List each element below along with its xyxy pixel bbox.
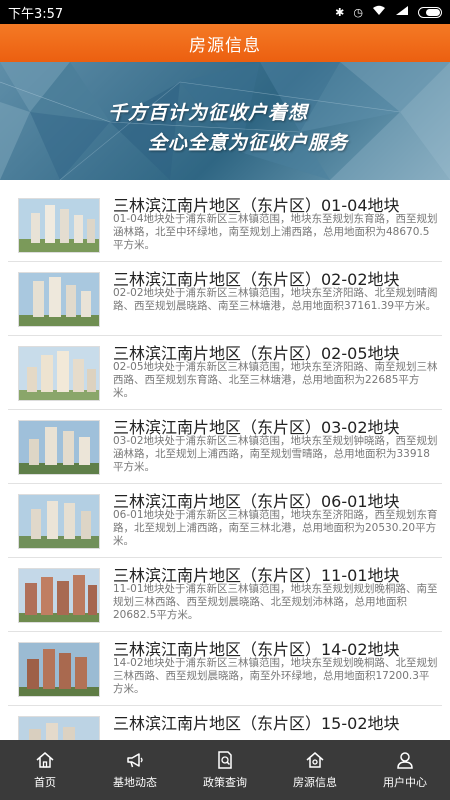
- listing-description: 02-02地块处于浦东新区三林镇范围，地块东至济阳路、北至规划晴阁路、西至规划晨…: [113, 287, 438, 312]
- listing-item[interactable]: 三林滨江南片地区（东片区）02-02地块 02-02地块处于浦东新区三林镇范围，…: [8, 262, 442, 336]
- user-icon: [397, 752, 413, 769]
- listing-item[interactable]: 三林滨江南片地区（东片区）01-04地块 01-04地块处于浦东新区三林镇范围，…: [8, 188, 442, 262]
- nav-home[interactable]: 首页: [0, 740, 90, 800]
- banner: 千方百计为征收户着想 全心全意为征收户服务: [0, 62, 450, 180]
- nav-policy-search-label: 政策查询: [203, 776, 247, 789]
- banner-slogan-2: 全心全意为征收户服务: [148, 132, 349, 154]
- listing-description: 03-02地块处于浦东新区三林镇范围，地块东至规划钟晓路，西至规划涵林路，北至规…: [113, 435, 438, 473]
- status-time: 下午3:57: [8, 6, 64, 22]
- listing-item[interactable]: 三林滨江南片地区（东片区）11-01地块 11-01地块处于浦东新区三林镇范围，…: [8, 558, 442, 632]
- nav-policy-search[interactable]: 政策查询: [180, 740, 270, 800]
- page-title: 房源信息: [189, 35, 261, 56]
- building-thumbnail: [18, 198, 100, 253]
- header-bar: 房源信息: [0, 24, 450, 62]
- listing-item[interactable]: 三林滨江南片地区（东片区）14-02地块 14-02地块处于浦东新区三林镇范围，…: [8, 632, 442, 706]
- listing-item[interactable]: 三林滨江南片地区（东片区）15-02地块: [8, 706, 442, 740]
- home-icon: [36, 752, 54, 768]
- building-thumbnail: [18, 716, 100, 740]
- signal-icon: [395, 5, 409, 20]
- listing-item[interactable]: 三林滨江南片地区（东片区）03-02地块 03-02地块处于浦东新区三林镇范围，…: [8, 410, 442, 484]
- listing-description: 02-05地块处于浦东新区三林镇范围，地块东至济阳路、南至规划三林西路、西至规划…: [113, 361, 438, 399]
- banner-slogan-1: 千方百计为征收户着想: [108, 102, 309, 124]
- building-thumbnail: [18, 346, 100, 401]
- listing-item[interactable]: 三林滨江南片地区（东片区）06-01地块 06-01地块处于浦东新区三林镇范围，…: [8, 484, 442, 558]
- listing-list: 三林滨江南片地区（东片区）01-04地块 01-04地块处于浦东新区三林镇范围，…: [0, 188, 450, 740]
- nav-base-news-label: 基地动态: [113, 776, 157, 789]
- listing-title: 三林滨江南片地区（东片区）15-02地块: [113, 714, 400, 733]
- building-thumbnail: [18, 642, 100, 697]
- bottom-nav: 首页 基地动态 政策查询 房源信息 用户中心: [0, 740, 450, 800]
- building-thumbnail: [18, 568, 100, 623]
- status-bar: 下午3:57 ✱ ◷: [0, 0, 450, 24]
- nav-housing-info[interactable]: 房源信息: [270, 740, 360, 800]
- building-thumbnail: [18, 272, 100, 327]
- policy-search-icon: [218, 751, 232, 769]
- battery-icon: [418, 6, 442, 18]
- nav-base-news[interactable]: 基地动态: [90, 740, 180, 800]
- nav-housing-info-label: 房源信息: [293, 776, 337, 789]
- wifi-icon: [372, 5, 386, 20]
- listing-description: 01-04地块处于浦东新区三林镇范围，地块东至规划东育路，西至规划涵林路，北至中…: [113, 213, 438, 251]
- listing-item[interactable]: 三林滨江南片地区（东片区）02-05地块 02-05地块处于浦东新区三林镇范围，…: [8, 336, 442, 410]
- listing-description: 06-01地块处于浦东新区三林镇范围，地块东至济阳路，西至规划东育路，北至规划上…: [113, 509, 438, 547]
- listing-description: 14-02地块处于浦东新区三林镇范围，地块东至规划晚桐路、北至规划三林西路、西至…: [113, 657, 438, 695]
- status-icons: ✱ ◷: [335, 5, 442, 20]
- alarm-icon: ◷: [353, 5, 363, 19]
- building-thumbnail: [18, 420, 100, 475]
- nav-home-label: 首页: [34, 776, 56, 789]
- megaphone-icon: [127, 753, 143, 768]
- bluetooth-icon: ✱: [335, 5, 345, 19]
- listing-description: 11-01地块处于浦东新区三林镇范围，地块东至规划规划晚桐路、南至规划三林西路、…: [113, 583, 438, 621]
- building-thumbnail: [18, 494, 100, 549]
- nav-user-center[interactable]: 用户中心: [360, 740, 450, 800]
- nav-user-center-label: 用户中心: [383, 776, 427, 789]
- house-icon: [306, 752, 324, 768]
